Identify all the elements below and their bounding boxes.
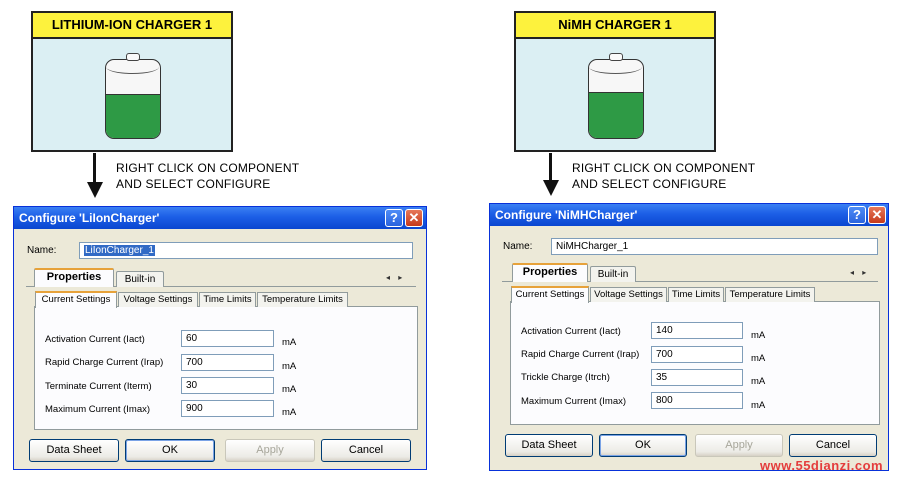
tab-scroll-arrows[interactable]: ◂ ▸ <box>850 268 869 277</box>
subtab-current-settings[interactable]: Current Settings <box>35 291 117 308</box>
tab-built-in[interactable]: Built-in <box>590 266 636 282</box>
instruction-text: RIGHT CLICK ON COMPONENT AND SELECT CONF… <box>572 161 756 191</box>
data-sheet-button[interactable]: Data Sheet <box>505 434 593 457</box>
dialog-title: Configure 'LiIonCharger' <box>14 207 426 229</box>
subtab-voltage-settings[interactable]: Voltage Settings <box>590 287 667 302</box>
ok-button[interactable]: OK <box>599 434 687 457</box>
help-button[interactable]: ? <box>848 206 866 224</box>
name-field[interactable]: NiMHCharger_1 <box>551 238 878 255</box>
close-button[interactable]: ✕ <box>405 209 423 227</box>
field-label-irap: Rapid Charge Current (Irap) <box>521 349 640 360</box>
unit-iterm: mA <box>282 384 297 395</box>
unit-iact: mA <box>282 337 297 348</box>
instruction-text: RIGHT CLICK ON COMPONENT AND SELECT CONF… <box>116 161 300 191</box>
field-label-iact: Activation Current (Iact) <box>45 334 145 345</box>
ok-button[interactable]: OK <box>125 439 215 462</box>
field-input-iact[interactable]: 60 <box>181 330 274 347</box>
unit-iact: mA <box>751 330 766 341</box>
help-button[interactable]: ? <box>385 209 403 227</box>
field-label-imax: Maximum Current (Imax) <box>521 396 627 407</box>
subtab-time-limits[interactable]: Time Limits <box>199 292 256 307</box>
lithium-ion-charger-component[interactable]: LITHIUM-ION CHARGER 1 <box>31 11 233 152</box>
field-label-iterm: Terminate Current (Iterm) <box>45 381 152 392</box>
arrow-head-icon <box>543 180 559 196</box>
field-label-imax: Maximum Current (Imax) <box>45 404 151 415</box>
tab-properties[interactable]: Properties <box>34 268 114 287</box>
cancel-button[interactable]: Cancel <box>321 439 411 462</box>
apply-button[interactable]: Apply <box>225 439 315 462</box>
unit-irap: mA <box>282 361 297 372</box>
component-title: LITHIUM-ION CHARGER 1 <box>33 13 231 39</box>
unit-imax: mA <box>751 400 766 411</box>
configure-dialog-nimh: Configure 'NiMHCharger' ? ✕ Name: NiMHCh… <box>489 203 889 471</box>
field-label-irap: Rapid Charge Current (Irap) <box>45 357 164 368</box>
tab-built-in[interactable]: Built-in <box>116 271 164 287</box>
arrow-head-icon <box>87 182 103 198</box>
battery-icon <box>588 53 644 139</box>
arrow-icon <box>549 153 552 181</box>
field-label-iact: Activation Current (Iact) <box>521 326 621 337</box>
name-field[interactable]: LiIonCharger_1 <box>79 242 413 259</box>
subtab-current-settings[interactable]: Current Settings <box>511 286 589 303</box>
unit-irap: mA <box>751 353 766 364</box>
close-button[interactable]: ✕ <box>868 206 886 224</box>
watermark: www.55dianzi.com <box>760 458 884 473</box>
battery-icon <box>105 53 161 139</box>
field-input-iterm[interactable]: 30 <box>181 377 274 394</box>
field-input-imax[interactable]: 800 <box>651 392 743 409</box>
subtab-temperature-limits[interactable]: Temperature Limits <box>725 287 815 302</box>
field-input-irap[interactable]: 700 <box>181 354 274 371</box>
nimh-charger-component[interactable]: NiMH CHARGER 1 <box>514 11 716 152</box>
tab-properties[interactable]: Properties <box>512 263 588 282</box>
apply-button[interactable]: Apply <box>695 434 783 457</box>
field-label-itrch: Trickle Charge (Itrch) <box>521 372 610 383</box>
field-input-irap[interactable]: 700 <box>651 346 743 363</box>
subtab-temperature-limits[interactable]: Temperature Limits <box>257 292 348 307</box>
component-title: NiMH CHARGER 1 <box>516 13 714 39</box>
configure-dialog-liion: Configure 'LiIonCharger' ? ✕ Name: LiIon… <box>13 206 427 470</box>
field-input-itrch[interactable]: 35 <box>651 369 743 386</box>
cancel-button[interactable]: Cancel <box>789 434 877 457</box>
unit-imax: mA <box>282 407 297 418</box>
field-input-iact[interactable]: 140 <box>651 322 743 339</box>
subtab-voltage-settings[interactable]: Voltage Settings <box>118 292 198 307</box>
name-label: Name: <box>27 245 57 256</box>
data-sheet-button[interactable]: Data Sheet <box>29 439 119 462</box>
arrow-icon <box>93 153 96 183</box>
subtab-time-limits[interactable]: Time Limits <box>668 287 724 302</box>
name-label: Name: <box>503 241 533 252</box>
dialog-title: Configure 'NiMHCharger' <box>490 204 888 226</box>
unit-itrch: mA <box>751 376 766 387</box>
field-input-imax[interactable]: 900 <box>181 400 274 417</box>
tab-scroll-arrows[interactable]: ◂ ▸ <box>386 273 405 282</box>
